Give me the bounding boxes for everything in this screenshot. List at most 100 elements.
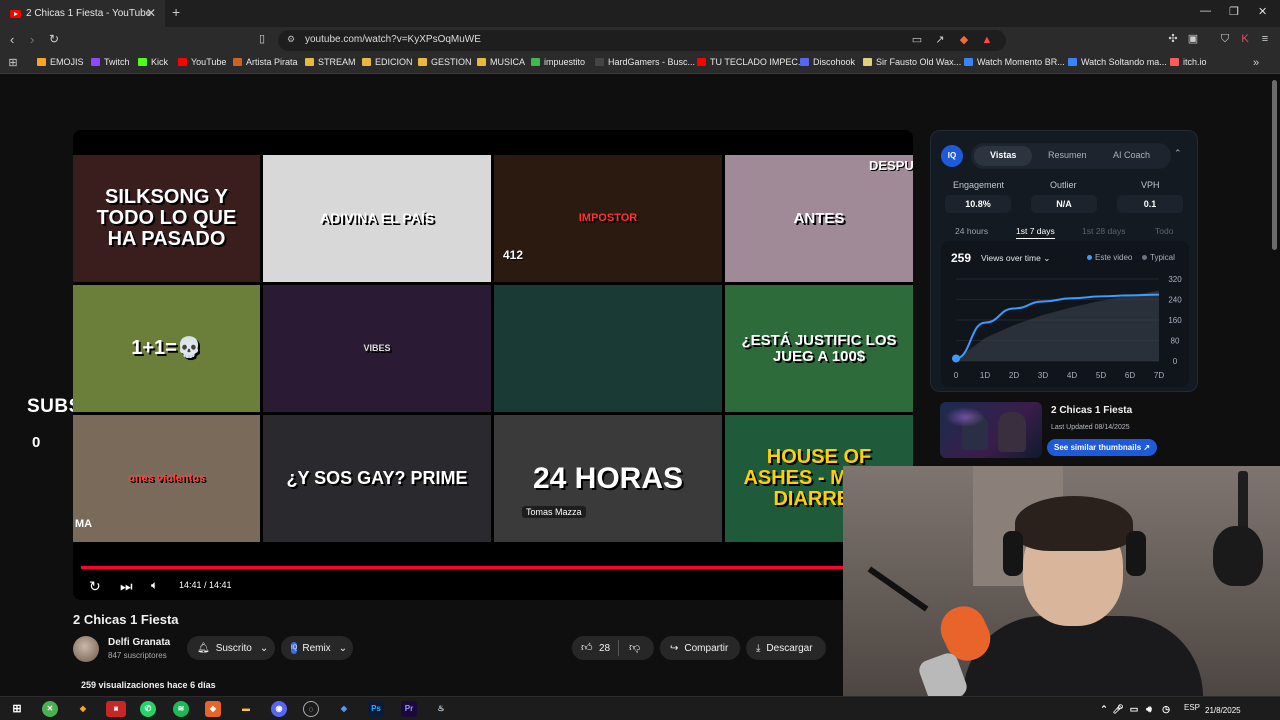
tab-resumen[interactable]: Resumen	[1048, 150, 1087, 160]
cast-icon[interactable]: ▭	[911, 34, 923, 46]
site-info-icon[interactable]: ⚙	[287, 34, 295, 45]
video-thumbnail[interactable]: ¿Y SOS GAY? PRIME	[263, 415, 491, 542]
bookmark-item[interactable]: Watch Momento BR...	[964, 57, 1065, 67]
brave-shield-icon[interactable]: ◆	[958, 34, 970, 46]
download-button[interactable]: ⤓ Descargar	[746, 636, 826, 660]
video-thumbnail[interactable]: VIBES	[263, 285, 491, 412]
sidebar-toggle-icon[interactable]: ▣	[1187, 33, 1199, 45]
tab-close-icon[interactable]: ✕	[146, 6, 156, 20]
bookmark-item[interactable]: Twitch	[91, 57, 130, 67]
related-video-card[interactable]: 2 Chicas 1 Fiesta Last Updated 08/14/202…	[940, 402, 1190, 462]
extensions-icon[interactable]: ✣	[1167, 33, 1179, 45]
more-bookmarks-icon[interactable]: »	[1250, 57, 1262, 69]
tray-app-icon[interactable]: ◷	[1158, 701, 1174, 717]
back-icon[interactable]: ‹	[10, 32, 14, 47]
bookmark-item[interactable]: EDICION	[362, 57, 413, 67]
vpn-shield-icon[interactable]: ⛉	[1219, 33, 1231, 45]
collapse-icon[interactable]: ⌃	[1174, 148, 1182, 159]
bookmark-item[interactable]: impuestito	[531, 57, 585, 67]
bookmark-item[interactable]: Discohook	[800, 57, 855, 67]
premiere-icon[interactable]: Pr	[401, 701, 417, 717]
video-player[interactable]: SILKSONG Y TODO LO QUE HA PASADO ADIVINA …	[73, 130, 913, 600]
bookmark-icon[interactable]: ▯	[259, 32, 265, 45]
reload-icon[interactable]: ↻	[49, 32, 59, 46]
photoshop-icon[interactable]: Ps	[368, 701, 384, 717]
range-24-hours[interactable]: 24 hours	[955, 226, 988, 236]
bookmark-item[interactable]: GESTION	[418, 57, 472, 67]
video-thumbnail[interactable]: 24 HORAS	[494, 415, 722, 542]
video-thumbnail[interactable]: ¿ESTÁ JUSTIFIC LOS JUEG A 100$	[725, 285, 913, 412]
forward-icon[interactable]: ›	[30, 32, 34, 47]
network-icon[interactable]: ▭	[1126, 701, 1142, 717]
video-thumbnail[interactable]: ones violentos	[73, 415, 260, 542]
thumbnail-text: ones violentos	[127, 471, 206, 484]
progress-bar[interactable]	[81, 566, 905, 569]
video-thumbnail[interactable]	[494, 285, 722, 412]
share-icon[interactable]: ↗	[934, 34, 946, 46]
browser-active-icon[interactable]: ◆	[205, 701, 221, 717]
bookmark-item[interactable]: YouTube	[178, 57, 226, 67]
bookmark-item[interactable]: Artista Pirata	[233, 57, 298, 67]
video-thumbnail[interactable]: ADIVINA EL PAÍS	[263, 155, 491, 282]
menu-icon[interactable]: ≡	[1259, 33, 1271, 45]
tab-vistas[interactable]: Vistas	[990, 150, 1016, 160]
browser-tab[interactable]: 2 Chicas 1 Fiesta - YouTube	[0, 0, 165, 27]
steam-icon[interactable]: ♨	[433, 701, 449, 717]
video-thumbnail[interactable]: 1+1=💀	[73, 285, 260, 412]
bookmark-item[interactable]: STREAM	[305, 57, 356, 67]
news-widget-icon[interactable]: ▣	[106, 701, 126, 717]
bookmark-item[interactable]: Kick	[138, 57, 168, 67]
like-icon[interactable]: 👍︎	[581, 641, 593, 654]
new-tab-button[interactable]: +	[172, 4, 180, 20]
bookmark-item[interactable]: TU TECLADO IMPEC...	[697, 57, 805, 67]
video-thumbnail[interactable]: IMPOSTOR	[494, 155, 722, 282]
player-controls: ↻ ⏭ 🔈︎ 14:41 / 14:41	[73, 572, 913, 600]
speaker-tray-icon[interactable]: 🔊︎	[1141, 701, 1157, 717]
video-thumbnail[interactable]: SILKSONG Y TODO LO QUE HA PASADO	[73, 155, 260, 282]
replay-icon[interactable]: ↻	[89, 578, 101, 595]
file-explorer-icon[interactable]: ▬	[238, 701, 254, 717]
brave-taskbar-icon[interactable]: ◆	[75, 701, 91, 717]
video-thumbnail[interactable]: ANTES	[725, 155, 913, 282]
next-icon[interactable]: ⏭	[120, 578, 133, 595]
mic-tray-icon[interactable]: 🎤︎	[1110, 701, 1126, 717]
apps-grid-icon[interactable]: ⊞	[7, 57, 19, 69]
input-language[interactable]: ESP	[1184, 703, 1200, 712]
bookmark-item[interactable]: MUSICA	[477, 57, 525, 67]
related-thumbnail[interactable]	[940, 402, 1042, 458]
range-1st-28-days[interactable]: 1st 28 days	[1082, 226, 1125, 236]
obs-icon[interactable]: ◌	[303, 701, 319, 717]
xbox-icon[interactable]: ✕	[42, 701, 58, 717]
tab-ai-coach[interactable]: AI Coach	[1113, 150, 1150, 160]
brave-rewards-icon[interactable]: ▲	[981, 34, 993, 46]
bookmark-item[interactable]: HardGamers - Busc...	[595, 57, 695, 67]
app-icon[interactable]: ◈	[336, 701, 352, 717]
bookmark-item[interactable]: itch.io	[1170, 57, 1207, 67]
channel-avatar[interactable]	[73, 636, 99, 662]
share-button[interactable]: ↪ Compartir	[660, 636, 740, 660]
close-window-icon[interactable]: ✕	[1258, 5, 1267, 18]
dislike-icon[interactable]: 👎︎	[629, 641, 640, 654]
bookmark-item[interactable]: Sir Fausto Old Wax...	[863, 57, 961, 67]
metric-vph-value: 0.1	[1117, 195, 1183, 213]
profile-icon[interactable]: K	[1239, 33, 1251, 45]
url-field[interactable]: ⚙ youtube.com/watch?v=KyXPsOqMuWE ▭ ↗ ◆ …	[278, 30, 1006, 51]
minimize-icon[interactable]: —	[1200, 5, 1211, 17]
see-similar-thumbnails-button[interactable]: See similar thumbnails ↗	[1047, 439, 1158, 456]
discord-icon[interactable]: ◉	[271, 701, 287, 717]
download-label: Descargar	[766, 642, 813, 654]
range-1st-7-days[interactable]: 1st 7 days	[1016, 226, 1055, 239]
bookmark-item[interactable]: EMOJIS	[37, 57, 84, 67]
remix-button[interactable]: IQ Remix ⌄	[281, 636, 353, 660]
restore-icon[interactable]: ❐	[1229, 5, 1239, 18]
bookmark-item[interactable]: Watch Soltando ma...	[1068, 57, 1167, 67]
page-scrollbar[interactable]	[1272, 80, 1277, 250]
chart-x-tick: 1D	[980, 371, 990, 380]
volume-icon[interactable]: 🔈︎	[151, 578, 158, 593]
spotify-icon[interactable]: ≋	[173, 701, 189, 717]
subscribed-button[interactable]: 🔔︎ Suscrito ⌄	[187, 636, 275, 660]
channel-name[interactable]: Delfi Granata	[108, 637, 170, 648]
whatsapp-icon[interactable]: ✆	[140, 701, 156, 717]
range-todo[interactable]: Todo	[1155, 226, 1173, 236]
windows-start-icon[interactable]: ⊞	[9, 701, 25, 717]
